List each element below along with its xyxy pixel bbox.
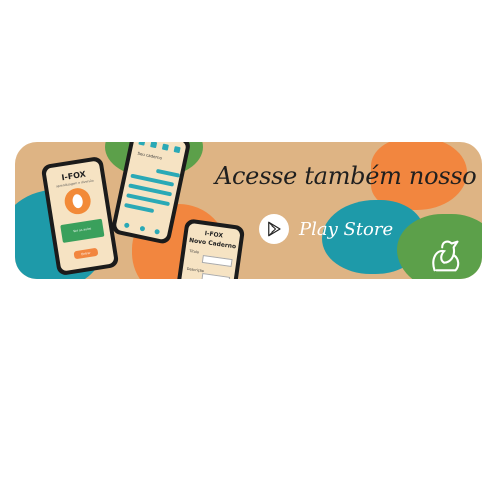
menu-icon xyxy=(138,142,146,146)
phone-screen-notebook: I-FOX Novo Caderno Título Descrição xyxy=(179,222,241,279)
user-icon xyxy=(173,146,181,154)
play-store-label[interactable]: Play Store xyxy=(299,219,393,240)
phone-mockup-notebook: I-FOX Novo Caderno Título Descrição xyxy=(174,218,246,279)
home-icon xyxy=(123,222,130,229)
description-field xyxy=(201,273,231,279)
lesson-card: Ver as aulas xyxy=(60,218,105,243)
app-promo-banner[interactable]: I-FOX aprendizagem e diversão Ver as aul… xyxy=(15,142,482,279)
lesson-card-text: Ver as aulas xyxy=(72,226,92,234)
title-field xyxy=(201,254,233,268)
fox-logo-icon xyxy=(432,240,460,272)
play-store-icon xyxy=(268,221,281,237)
bottom-nav xyxy=(123,222,161,235)
play-store-button[interactable] xyxy=(259,214,289,244)
star-icon xyxy=(161,143,169,151)
phone-screen-home: I-FOX aprendizagem e diversão Ver as aul… xyxy=(45,160,115,272)
profile-icon xyxy=(154,228,161,235)
message-bubble xyxy=(155,168,181,178)
banner-headline: Acesse também nosso app xyxy=(215,162,482,190)
enter-button: Entrar xyxy=(73,247,99,260)
add-icon xyxy=(138,225,145,232)
field-label-title: Título xyxy=(189,249,200,255)
chat-title: Seu caderno xyxy=(137,150,163,161)
note-icon xyxy=(150,142,158,149)
message-bubble xyxy=(124,202,155,214)
fox-mascot-icon xyxy=(62,186,93,217)
